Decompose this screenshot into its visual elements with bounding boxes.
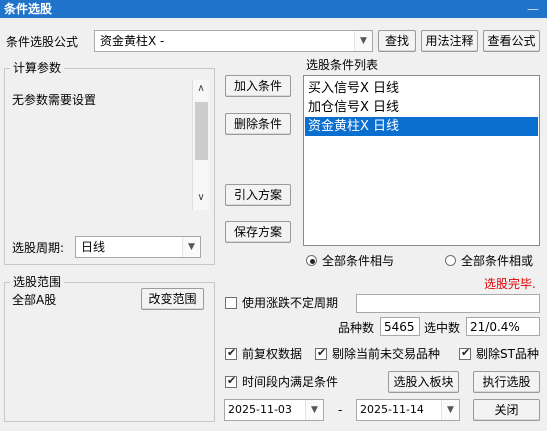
to-block-button[interactable]: 选股入板块 <box>388 371 459 393</box>
change-range-button[interactable]: 改变范围 <box>141 288 204 310</box>
forward-adjust-checkbox[interactable] <box>225 346 237 360</box>
list-item-selected[interactable]: 资金黄柱X 日线 <box>305 117 538 136</box>
import-scheme-button[interactable]: 引入方案 <box>225 184 291 206</box>
stock-count-box: 5465 <box>380 317 420 336</box>
variable-period-input[interactable] <box>356 294 540 313</box>
stock-count-value: 5465 <box>384 320 415 334</box>
scroll-down-icon[interactable]: ∨ <box>193 192 209 203</box>
view-formula-button[interactable]: 查看公式 <box>483 30 540 52</box>
chevron-down-icon[interactable]: ▼ <box>182 237 200 257</box>
stock-count-label: 品种数 <box>338 321 375 335</box>
no-params-text: 无参数需要设置 <box>12 93 97 107</box>
or-radio-label: 全部条件相或 <box>461 254 534 268</box>
range-value: 全部A股 <box>12 293 57 307</box>
list-item[interactable]: 买入信号X 日线 <box>305 79 538 98</box>
save-scheme-button[interactable]: 保存方案 <box>225 221 291 243</box>
start-date-picker[interactable]: 2025-11-03 ▼ <box>224 399 324 421</box>
selected-count-box: 21/0.4% <box>466 317 540 336</box>
selected-count-value: 21/0.4% <box>470 320 520 334</box>
range-group-title: 选股范围 <box>10 275 65 289</box>
exclude-untraded-label: 剔除当前未交易品种 <box>332 347 441 361</box>
chevron-down-icon[interactable]: ▼ <box>305 400 323 420</box>
forward-adjust-label: 前复权数据 <box>242 347 303 361</box>
execute-button[interactable]: 执行选股 <box>473 371 540 393</box>
scroll-thumb[interactable] <box>195 102 208 160</box>
period-select[interactable]: 日线 ▼ <box>75 236 201 258</box>
selected-count-label: 选中数 <box>424 321 461 335</box>
close-window-icon[interactable]: — <box>527 0 539 18</box>
or-radio[interactable] <box>445 255 456 266</box>
end-date-picker[interactable]: 2025-11-14 ▼ <box>356 399 460 421</box>
params-group-title: 计算参数 <box>10 61 65 75</box>
exclude-untraded-checkbox[interactable] <box>315 346 327 360</box>
exclude-st-label: 剔除ST品种 <box>476 347 539 361</box>
start-date-value: 2025-11-03 <box>228 403 292 416</box>
date-separator: - <box>338 403 343 417</box>
scroll-up-icon[interactable]: ∧ <box>193 83 209 94</box>
time-range-checkbox[interactable] <box>225 374 237 388</box>
formula-select[interactable]: 资金黄柱X - ▼ <box>94 30 373 52</box>
formula-value: 资金黄柱X - <box>100 34 165 48</box>
find-button[interactable]: 查找 <box>378 30 416 52</box>
time-range-label: 时间段内满足条件 <box>242 375 339 389</box>
period-label: 选股周期: <box>12 241 65 255</box>
condition-list-title: 选股条件列表 <box>306 58 379 72</box>
and-radio[interactable] <box>306 255 317 266</box>
chevron-down-icon[interactable]: ▼ <box>441 400 459 420</box>
window-title: 条件选股 <box>4 2 53 16</box>
formula-label: 条件选股公式 <box>6 35 79 49</box>
params-scrollbar[interactable]: ∧ ∨ <box>192 80 209 210</box>
end-date-value: 2025-11-14 <box>360 403 424 416</box>
title-bar: 条件选股 — <box>0 0 547 18</box>
variable-period-checkbox[interactable] <box>225 297 237 309</box>
exclude-st-checkbox[interactable] <box>459 346 471 360</box>
status-text: 选股完毕. <box>484 277 536 291</box>
delete-condition-button[interactable]: 删除条件 <box>225 113 291 135</box>
list-item[interactable]: 加仓信号X 日线 <box>305 98 538 117</box>
period-value: 日线 <box>81 240 106 254</box>
condition-list[interactable]: 买入信号X 日线 加仓信号X 日线 资金黄柱X 日线 <box>303 75 540 246</box>
and-radio-label: 全部条件相与 <box>322 254 395 268</box>
chevron-down-icon[interactable]: ▼ <box>354 31 372 51</box>
variable-period-label: 使用涨跌不定周期 <box>242 296 339 310</box>
add-condition-button[interactable]: 加入条件 <box>225 75 291 97</box>
usage-notes-button[interactable]: 用法注释 <box>421 30 478 52</box>
close-button[interactable]: 关闭 <box>473 399 540 421</box>
